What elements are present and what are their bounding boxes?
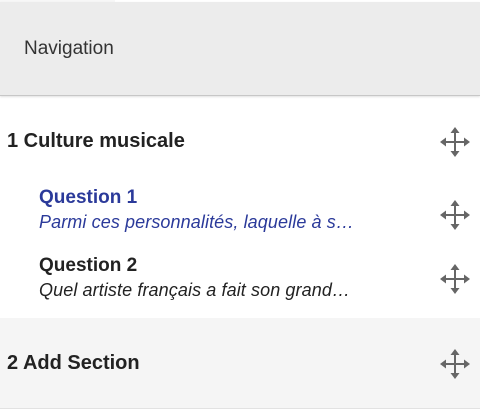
section-move-icon[interactable]	[440, 127, 470, 157]
bottom-divider	[0, 408, 480, 409]
question-title[interactable]: Question 2	[39, 254, 439, 278]
question-item-2[interactable]: Question 2 Quel artiste français a fait …	[39, 254, 439, 302]
question-1-move-icon[interactable]	[440, 200, 470, 230]
question-item-1[interactable]: Question 1 Parmi ces personnalités, laqu…	[39, 186, 439, 234]
section-move-icon[interactable]	[440, 349, 470, 379]
navigation-header: Navigation	[0, 2, 480, 96]
question-2-move-icon[interactable]	[440, 264, 470, 294]
question-title[interactable]: Question 1	[39, 186, 439, 210]
question-text[interactable]: Parmi ces personnalités, laquelle à s…	[39, 210, 437, 234]
section-title[interactable]: 2 Add Section	[7, 351, 140, 375]
navigation-title: Navigation	[24, 38, 114, 59]
section-culture-musicale[interactable]: 1 Culture musicale Question 1 Parmi ces …	[0, 120, 480, 318]
question-text[interactable]: Quel artiste français a fait son grand…	[39, 278, 437, 302]
section-add-section[interactable]: 2 Add Section	[0, 318, 480, 408]
section-title[interactable]: 1 Culture musicale	[7, 129, 185, 153]
